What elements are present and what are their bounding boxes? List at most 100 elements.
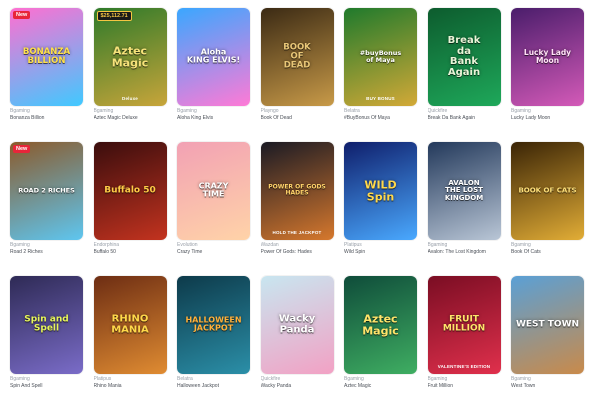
- game-provider: Bgaming: [10, 376, 30, 382]
- game-thumbnail[interactable]: Aztec Magic $25,112.71 Deluxe: [93, 8, 167, 106]
- game-provider: Quickfire: [427, 108, 448, 114]
- game-logo-title: Wacky Panda: [278, 313, 316, 335]
- game-name[interactable]: Book Of Cats: [511, 249, 584, 256]
- game-name[interactable]: Fruit Million: [428, 383, 501, 390]
- game-thumbnail[interactable]: Buffalo 50: [93, 142, 167, 240]
- game-thumbnail[interactable]: Wacky Panda: [260, 276, 334, 374]
- game-logo-title: HALLOWEEN JACKPOT: [185, 315, 242, 333]
- game-tile[interactable]: WILD Spin Platipus Wild Spin: [344, 142, 417, 274]
- game-provider: Bgaming: [93, 108, 114, 114]
- game-logo-title: Break da Bank Again: [447, 35, 481, 78]
- game-tile[interactable]: CRAZY TIME Evolution Crazy Time: [177, 142, 250, 274]
- game-name[interactable]: #BuyBonus Of Maya: [344, 115, 417, 122]
- game-name[interactable]: Road 2 Riches: [10, 249, 83, 256]
- game-tile[interactable]: #buyBonus of Maya BUY BONUS Belatra #BuyBon…: [344, 8, 417, 140]
- games-grid: BONANZA BILLION New Bgaming Bonanza Billion…: [10, 8, 584, 408]
- game-tile[interactable]: Aztec Magic $25,112.71 Deluxe Bgaming Aztec …: [93, 8, 167, 140]
- game-logo-title: ROAD 2 RICHES: [18, 186, 75, 195]
- game-tile[interactable]: Break da Bank Again Quickfire Break Da Ban…: [427, 8, 501, 140]
- game-provider: Bgaming: [511, 242, 531, 248]
- game-name[interactable]: Aztec Magic Deluxe: [94, 115, 167, 122]
- game-logo-title: RHINO MANIA: [111, 313, 149, 335]
- game-tile[interactable]: POWER OF GODS HADES HOLD THE JACKPOT Wazda…: [260, 142, 334, 274]
- game-tile[interactable]: WEST TOWN Bgaming West Town: [511, 276, 584, 408]
- game-thumbnail[interactable]: BOOK OF DEAD: [260, 8, 334, 106]
- game-tile[interactable]: Buffalo 50 Endorphina Buffalo 50: [93, 142, 167, 274]
- game-provider: Endorphina: [93, 242, 120, 248]
- game-name[interactable]: Wacky Panda: [261, 383, 334, 390]
- game-tile[interactable]: Wacky Panda Quickfire Wacky Panda: [260, 276, 334, 408]
- game-tile[interactable]: Aloha KING ELVIS! Bgaming Aloha King Elvis: [177, 8, 250, 140]
- game-thumbnail[interactable]: POWER OF GODS HADES HOLD THE JACKPOT: [260, 142, 334, 240]
- game-logo-title: Lucky Lady Moon: [523, 48, 572, 65]
- game-logo-title: Aztec Magic: [362, 312, 399, 337]
- game-provider: Wazdan: [260, 242, 279, 248]
- game-tile[interactable]: RHINO MANIA Platipus Rhino Mania: [93, 276, 167, 408]
- game-logo-title: POWER OF GODS HADES: [268, 183, 326, 197]
- game-tile[interactable]: Spin and Spell Bgaming Spin And Spell: [10, 276, 83, 408]
- game-thumbnail[interactable]: Break da Bank Again: [427, 8, 501, 106]
- game-name[interactable]: Lucky Lady Moon: [511, 115, 584, 122]
- game-provider: Bgaming: [10, 242, 30, 248]
- game-name[interactable]: Wild Spin: [344, 249, 417, 256]
- game-logo-title: Aztec Magic: [111, 44, 149, 69]
- game-provider: Belatra: [344, 108, 360, 114]
- game-logo-subtitle: HOLD THE JACKPOT: [272, 230, 322, 235]
- game-logo-subtitle: Deluxe: [122, 96, 138, 101]
- game-provider: Platipus: [344, 242, 362, 248]
- game-provider: Evolution: [177, 242, 198, 248]
- game-thumbnail[interactable]: AVALON THE LOST KINGDOM: [427, 142, 501, 240]
- game-logo-title: #buyBonus of Maya: [359, 49, 402, 64]
- game-thumbnail[interactable]: Spin and Spell: [10, 276, 83, 374]
- game-thumbnail[interactable]: CRAZY TIME: [177, 142, 250, 240]
- game-thumbnail[interactable]: Lucky Lady Moon: [511, 8, 584, 106]
- game-name[interactable]: Aloha King Elvis: [177, 115, 250, 122]
- new-badge: New: [13, 145, 31, 153]
- game-tile[interactable]: Aztec Magic Bgaming Aztec Magic: [344, 276, 417, 408]
- game-thumbnail[interactable]: Aloha KING ELVIS!: [177, 8, 250, 106]
- game-name[interactable]: Crazy Time: [177, 249, 250, 256]
- game-name[interactable]: Spin And Spell: [10, 383, 83, 390]
- game-tile[interactable]: AVALON THE LOST KINGDOM Bgaming Avalon: Th…: [427, 142, 501, 274]
- jackpot-badge: $25,112.71: [96, 11, 132, 21]
- game-name[interactable]: Power Of Gods: Hades: [261, 249, 334, 256]
- game-name[interactable]: West Town: [511, 383, 584, 390]
- game-thumbnail[interactable]: ROAD 2 RICHES New: [10, 142, 83, 240]
- game-name[interactable]: Halloween Jackpot: [177, 383, 250, 390]
- game-tile[interactable]: FRUIT MILLION VALENTINE'S EDITION Bgaming F…: [427, 276, 501, 408]
- game-thumbnail[interactable]: WEST TOWN: [511, 276, 584, 374]
- game-thumbnail[interactable]: HALLOWEEN JACKPOT: [177, 276, 250, 374]
- game-name[interactable]: Buffalo 50: [94, 249, 167, 256]
- game-provider: Quickfire: [260, 376, 281, 382]
- game-tile[interactable]: HALLOWEEN JACKPOT Belatra Halloween Jackpo…: [177, 276, 250, 408]
- game-thumbnail[interactable]: #buyBonus of Maya BUY BONUS: [344, 8, 417, 106]
- game-logo-subtitle: BUY BONUS: [366, 96, 395, 101]
- game-provider: Platipus: [93, 376, 112, 382]
- game-logo-title: AVALON THE LOST KINGDOM: [444, 178, 484, 202]
- game-thumbnail[interactable]: BOOK OF CATS: [511, 142, 584, 240]
- game-name[interactable]: Rhino Mania: [94, 383, 167, 390]
- game-provider: Bgaming: [10, 108, 30, 114]
- game-logo-subtitle: VALENTINE'S EDITION: [437, 364, 491, 369]
- game-name[interactable]: Break Da Bank Again: [428, 115, 501, 122]
- game-name[interactable]: Aztec Magic: [344, 383, 417, 390]
- game-thumbnail[interactable]: Aztec Magic: [344, 276, 417, 374]
- game-name[interactable]: Bonanza Billion: [10, 115, 83, 122]
- game-tile[interactable]: Lucky Lady Moon Bgaming Lucky Lady Moon: [511, 8, 584, 140]
- game-tile[interactable]: BONANZA BILLION New Bgaming Bonanza Billion: [10, 8, 83, 140]
- game-provider: Bgaming: [427, 242, 448, 248]
- game-logo-title: CRAZY TIME: [198, 181, 229, 199]
- game-name[interactable]: Avalon: The Lost Kingdom: [428, 249, 501, 256]
- game-name[interactable]: Book Of Dead: [261, 115, 334, 122]
- game-logo-title: Buffalo 50: [104, 185, 156, 196]
- game-thumbnail[interactable]: WILD Spin: [344, 142, 417, 240]
- game-provider: Belatra: [177, 376, 193, 382]
- game-thumbnail[interactable]: FRUIT MILLION VALENTINE'S EDITION: [427, 276, 501, 374]
- game-logo-title: Spin and Spell: [24, 314, 69, 334]
- game-thumbnail[interactable]: RHINO MANIA: [93, 276, 167, 374]
- game-tile[interactable]: ROAD 2 RICHES New Bgaming Road 2 Riches: [10, 142, 83, 274]
- game-tile[interactable]: BOOK OF CATS Bgaming Book Of Cats: [511, 142, 584, 274]
- game-thumbnail[interactable]: BONANZA BILLION New: [10, 8, 83, 106]
- game-tile[interactable]: BOOK OF DEAD Playngo Book Of Dead: [260, 8, 334, 140]
- game-logo-title: BOOK OF DEAD: [283, 42, 311, 71]
